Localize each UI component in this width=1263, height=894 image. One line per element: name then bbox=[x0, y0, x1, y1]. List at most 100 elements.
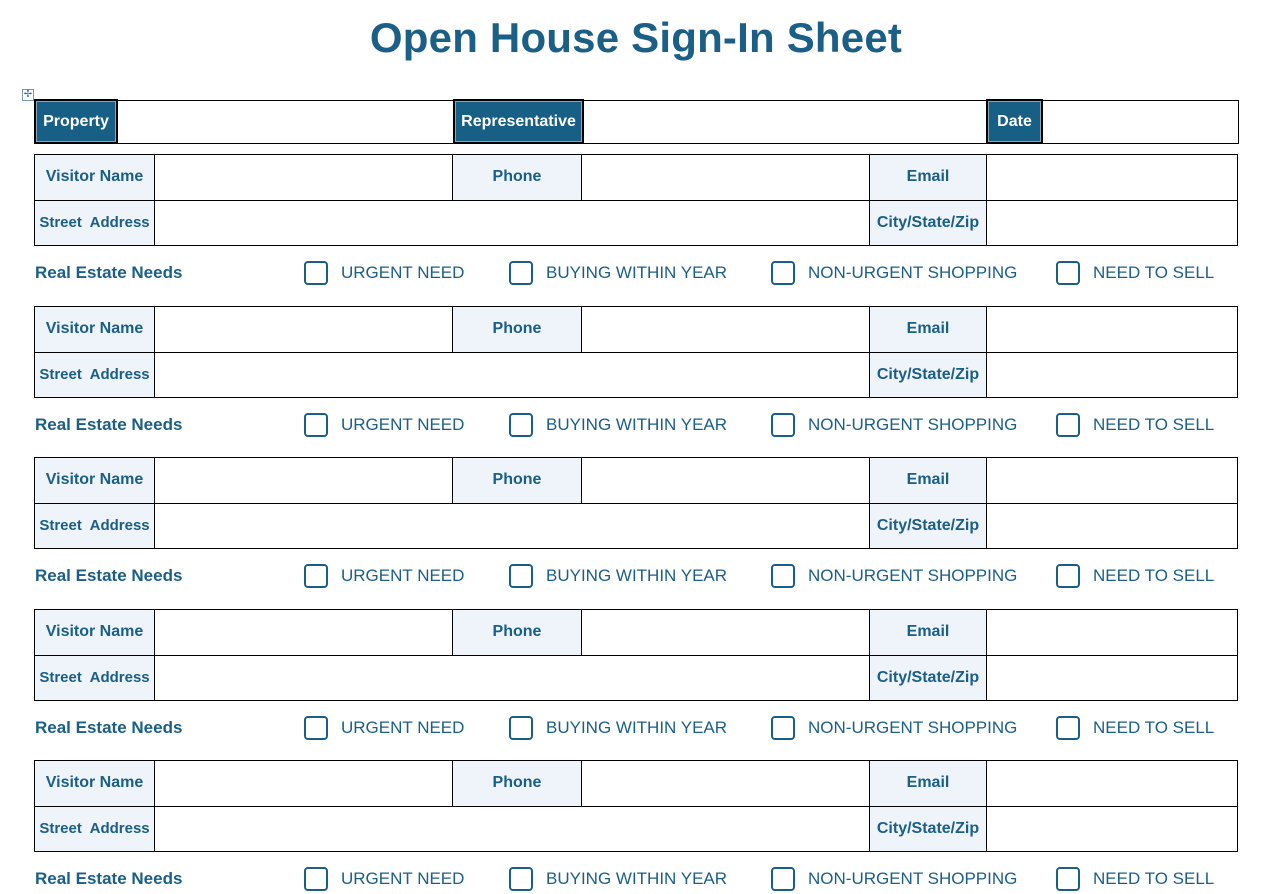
option-label: URGENT NEED bbox=[341, 566, 465, 585]
option-label: NON-URGENT SHOPPING bbox=[808, 566, 1018, 585]
checkbox-icon[interactable] bbox=[304, 261, 328, 285]
table-move-handle-icon[interactable]: ✢ bbox=[22, 89, 34, 101]
visitor-block: Visitor Name Phone Email Street Address … bbox=[34, 609, 1238, 701]
option-label: NEED TO SELL bbox=[1093, 566, 1215, 585]
street-address-field[interactable] bbox=[154, 654, 870, 701]
option-need-to-sell[interactable]: NEED TO SELL bbox=[1056, 561, 1214, 591]
email-field[interactable] bbox=[986, 457, 1238, 504]
city-state-zip-label: City/State/Zip bbox=[869, 199, 987, 246]
phone-field[interactable] bbox=[581, 457, 870, 504]
option-need-to-sell[interactable]: NEED TO SELL bbox=[1056, 864, 1214, 894]
street-address-label: Street Address bbox=[34, 654, 155, 701]
checkbox-icon[interactable] bbox=[771, 413, 795, 437]
street-address-field[interactable] bbox=[154, 805, 870, 852]
checkbox-icon[interactable] bbox=[1056, 716, 1080, 740]
street-address-label: Street Address bbox=[34, 351, 155, 398]
option-label: NON-URGENT SHOPPING bbox=[808, 415, 1018, 434]
email-field[interactable] bbox=[986, 609, 1238, 656]
checkbox-icon[interactable] bbox=[771, 261, 795, 285]
checkbox-icon[interactable] bbox=[509, 716, 533, 740]
email-label: Email bbox=[869, 457, 987, 504]
option-need-to-sell[interactable]: NEED TO SELL bbox=[1056, 713, 1214, 743]
city-state-zip-field[interactable] bbox=[986, 654, 1238, 701]
option-non-urgent-shopping[interactable]: NON-URGENT SHOPPING bbox=[771, 561, 1017, 591]
real-estate-needs-label: Real Estate Needs bbox=[35, 869, 183, 888]
option-non-urgent-shopping[interactable]: NON-URGENT SHOPPING bbox=[771, 713, 1017, 743]
option-need-to-sell[interactable]: NEED TO SELL bbox=[1056, 410, 1214, 440]
visitor-name-field[interactable] bbox=[154, 457, 453, 504]
visitor-name-field[interactable] bbox=[154, 609, 453, 656]
visitor-name-label: Visitor Name bbox=[34, 154, 155, 201]
visitor-block: Visitor Name Phone Email Street Address … bbox=[34, 760, 1238, 852]
option-need-to-sell[interactable]: NEED TO SELL bbox=[1056, 258, 1214, 288]
checkbox-icon[interactable] bbox=[1056, 413, 1080, 437]
checkbox-icon[interactable] bbox=[304, 564, 328, 588]
visitor-name-field[interactable] bbox=[154, 306, 453, 353]
option-label: BUYING WITHIN YEAR bbox=[546, 718, 728, 737]
date-field[interactable] bbox=[1041, 99, 1239, 144]
option-urgent-need[interactable]: URGENT NEED bbox=[304, 258, 464, 288]
page-title: Open House Sign-In Sheet bbox=[369, 14, 903, 61]
checkbox-icon[interactable] bbox=[771, 716, 795, 740]
phone-label: Phone bbox=[452, 760, 582, 807]
property-label: Property bbox=[34, 99, 118, 144]
visitor-name-field[interactable] bbox=[154, 760, 453, 807]
phone-label: Phone bbox=[452, 609, 582, 656]
checkbox-icon[interactable] bbox=[1056, 261, 1080, 285]
street-address-field[interactable] bbox=[154, 351, 870, 398]
checkbox-icon[interactable] bbox=[304, 413, 328, 437]
checkbox-icon[interactable] bbox=[304, 867, 328, 891]
representative-field[interactable] bbox=[582, 99, 988, 144]
option-label: NON-URGENT SHOPPING bbox=[808, 869, 1018, 888]
street-address-label: Street Address bbox=[34, 805, 155, 852]
checkbox-icon[interactable] bbox=[509, 261, 533, 285]
city-state-zip-field[interactable] bbox=[986, 199, 1238, 246]
option-label: NEED TO SELL bbox=[1093, 263, 1215, 282]
option-urgent-need[interactable]: URGENT NEED bbox=[304, 713, 464, 743]
city-state-zip-field[interactable] bbox=[986, 805, 1238, 852]
option-non-urgent-shopping[interactable]: NON-URGENT SHOPPING bbox=[771, 864, 1017, 894]
phone-field[interactable] bbox=[581, 609, 870, 656]
email-field[interactable] bbox=[986, 154, 1238, 201]
phone-field[interactable] bbox=[581, 154, 870, 201]
option-urgent-need[interactable]: URGENT NEED bbox=[304, 864, 464, 894]
option-buying-within-year[interactable]: BUYING WITHIN YEAR bbox=[509, 410, 727, 440]
representative-label: Representative bbox=[453, 99, 584, 144]
option-urgent-need[interactable]: URGENT NEED bbox=[304, 561, 464, 591]
property-field[interactable] bbox=[116, 99, 455, 144]
checkbox-icon[interactable] bbox=[304, 716, 328, 740]
option-label: URGENT NEED bbox=[341, 869, 465, 888]
real-estate-needs-row: Real Estate Needs URGENT NEED BUYING WIT… bbox=[34, 864, 1244, 894]
visitor-name-label: Visitor Name bbox=[34, 457, 155, 504]
option-buying-within-year[interactable]: BUYING WITHIN YEAR bbox=[509, 258, 727, 288]
street-address-field[interactable] bbox=[154, 199, 870, 246]
street-address-field[interactable] bbox=[154, 502, 870, 549]
phone-field[interactable] bbox=[581, 306, 870, 353]
checkbox-icon[interactable] bbox=[509, 564, 533, 588]
checkbox-icon[interactable] bbox=[509, 867, 533, 891]
visitor-name-field[interactable] bbox=[154, 154, 453, 201]
real-estate-needs-label: Real Estate Needs bbox=[35, 263, 183, 282]
street-address-label: Street Address bbox=[34, 199, 155, 246]
city-state-zip-field[interactable] bbox=[986, 502, 1238, 549]
checkbox-icon[interactable] bbox=[771, 564, 795, 588]
option-non-urgent-shopping[interactable]: NON-URGENT SHOPPING bbox=[771, 258, 1017, 288]
email-field[interactable] bbox=[986, 306, 1238, 353]
email-label: Email bbox=[869, 154, 987, 201]
visitor-name-label: Visitor Name bbox=[34, 609, 155, 656]
checkbox-icon[interactable] bbox=[509, 413, 533, 437]
option-urgent-need[interactable]: URGENT NEED bbox=[304, 410, 464, 440]
checkbox-icon[interactable] bbox=[771, 867, 795, 891]
option-buying-within-year[interactable]: BUYING WITHIN YEAR bbox=[509, 713, 727, 743]
option-label: NEED TO SELL bbox=[1093, 415, 1215, 434]
email-field[interactable] bbox=[986, 760, 1238, 807]
visitor-block: Visitor Name Phone Email Street Address … bbox=[34, 457, 1238, 549]
option-buying-within-year[interactable]: BUYING WITHIN YEAR bbox=[509, 864, 727, 894]
option-buying-within-year[interactable]: BUYING WITHIN YEAR bbox=[509, 561, 727, 591]
checkbox-icon[interactable] bbox=[1056, 564, 1080, 588]
city-state-zip-field[interactable] bbox=[986, 351, 1238, 398]
city-state-zip-label: City/State/Zip bbox=[869, 805, 987, 852]
checkbox-icon[interactable] bbox=[1056, 867, 1080, 891]
phone-field[interactable] bbox=[581, 760, 870, 807]
option-non-urgent-shopping[interactable]: NON-URGENT SHOPPING bbox=[771, 410, 1017, 440]
